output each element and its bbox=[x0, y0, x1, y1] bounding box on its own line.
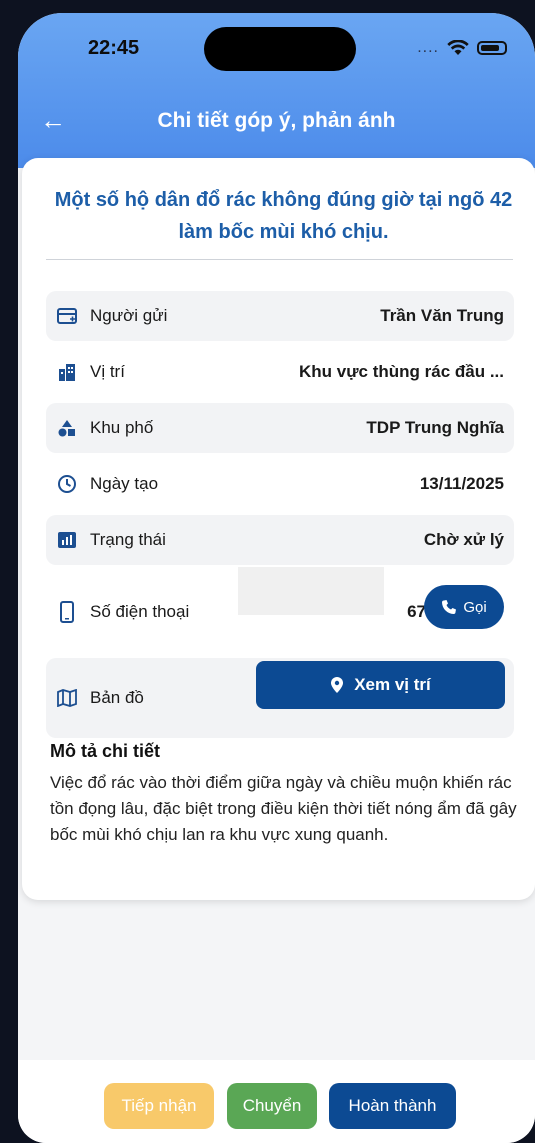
phone-redaction bbox=[238, 567, 384, 615]
field-sender: Người gửi Trần Văn Trung bbox=[46, 291, 514, 341]
phone-screen: 22:45 .... ← Chi tiết góp ý, phản ánh Mộ… bbox=[18, 13, 535, 1143]
field-location: Vị trí Khu vực thùng rác đầu ... bbox=[46, 347, 514, 397]
field-neighborhood: Khu phố TDP Trung Nghĩa bbox=[46, 403, 514, 453]
field-label: Số điện thoại bbox=[90, 602, 190, 621]
phone-call-icon bbox=[442, 600, 457, 614]
complete-button[interactable]: Hoàn thành bbox=[329, 1083, 456, 1129]
field-value: Trần Văn Trung bbox=[380, 306, 504, 325]
call-button[interactable]: Gọi bbox=[424, 585, 504, 629]
location-pin-icon bbox=[331, 677, 344, 693]
status-icons: .... bbox=[417, 39, 507, 57]
field-value: TDP Trung Nghĩa bbox=[366, 418, 504, 437]
field-label: Trạng thái bbox=[90, 530, 166, 549]
shapes-icon bbox=[56, 417, 78, 439]
battery-icon bbox=[477, 41, 507, 55]
dynamic-island bbox=[204, 27, 356, 71]
signal-dots: .... bbox=[417, 39, 439, 56]
wifi-icon bbox=[447, 40, 469, 55]
field-label: Bản đồ bbox=[90, 688, 144, 707]
view-location-button[interactable]: Xem vị trí bbox=[256, 661, 505, 709]
receive-button[interactable]: Tiếp nhận bbox=[104, 1083, 214, 1129]
description-heading: Mô tả chi tiết bbox=[50, 741, 161, 761]
field-label: Vị trí bbox=[90, 362, 125, 381]
field-created-date: Ngày tạo 13/11/2025 bbox=[46, 459, 514, 509]
field-value: 13/11/2025 bbox=[419, 474, 504, 493]
report-card: Một số hộ dân đổ rác không đúng giờ tại … bbox=[22, 158, 535, 900]
report-title: Một số hộ dân đổ rác không đúng giờ tại … bbox=[54, 189, 513, 243]
header: 22:45 .... ← Chi tiết góp ý, phản ánh bbox=[18, 13, 535, 168]
field-value: Chờ xử lý bbox=[423, 530, 504, 549]
field-label: Khu phố bbox=[90, 418, 154, 437]
building-icon bbox=[56, 361, 78, 383]
view-location-label: Xem vị trí bbox=[354, 675, 431, 694]
clock-icon bbox=[56, 473, 78, 495]
description-text: Việc đổ rác vào thời điểm giữa ngày và c… bbox=[50, 773, 517, 844]
field-status: Trạng thái Chờ xử lý bbox=[46, 515, 514, 565]
field-label: Ngày tạo bbox=[90, 474, 159, 493]
smartphone-icon bbox=[56, 601, 78, 623]
page-title: Chi tiết góp ý, phản ánh bbox=[157, 109, 396, 132]
call-label: Gọi bbox=[463, 598, 487, 616]
field-value: Khu vực thùng rác đầu ... bbox=[299, 362, 504, 381]
chart-icon bbox=[56, 529, 78, 551]
status-time: 22:45 bbox=[88, 37, 140, 59]
divider bbox=[46, 259, 513, 260]
map-icon bbox=[56, 687, 78, 709]
forward-button[interactable]: Chuyển bbox=[227, 1083, 317, 1129]
id-card-icon bbox=[56, 305, 78, 327]
field-label: Người gửi bbox=[90, 306, 168, 325]
